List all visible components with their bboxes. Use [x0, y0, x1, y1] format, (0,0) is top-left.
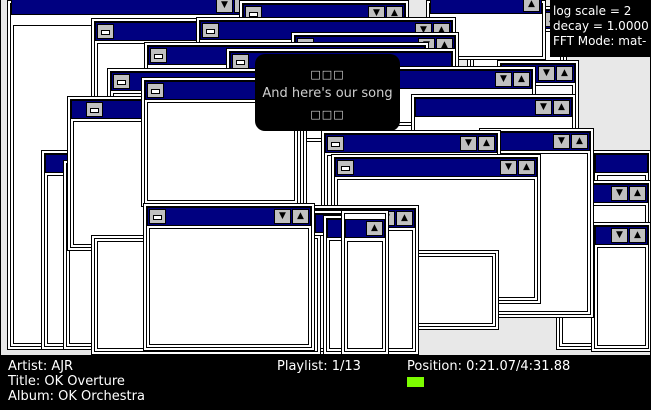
title-bar[interactable]: ▼▲ — [415, 98, 572, 117]
title-bar[interactable]: ▼▲ — [11, 0, 253, 15]
minimize-button[interactable]: ▼ — [274, 209, 291, 224]
minimize-button[interactable]: ▼ — [495, 72, 512, 87]
maximize-button[interactable]: ▲ — [513, 72, 530, 87]
maximize-button[interactable]: ▲ — [396, 211, 413, 226]
title-bar[interactable]: ▼▲ — [595, 226, 648, 245]
title-bar[interactable]: ▲ — [430, 0, 542, 14]
window-menu-button[interactable] — [149, 209, 166, 224]
maximize-button[interactable]: ▲ — [518, 160, 535, 175]
window-menu-button[interactable] — [97, 24, 114, 39]
cascade-window[interactable] — [409, 250, 499, 330]
title-bar[interactable]: ▼▲ — [325, 134, 497, 153]
playlist-position-label: Playlist: 1/13 — [277, 359, 361, 374]
title-bar[interactable]: ▼▲ — [147, 207, 311, 226]
cascade-window[interactable]: ▲ — [341, 210, 389, 355]
maximize-button[interactable]: ▲ — [292, 209, 309, 224]
window-menu-button[interactable] — [147, 83, 164, 98]
window-body — [149, 228, 309, 345]
minimize-button[interactable]: ▼ — [553, 134, 570, 149]
window-menu-button[interactable] — [113, 74, 130, 89]
title-bar[interactable]: ▼▲ — [335, 158, 537, 177]
window-menu-button[interactable] — [150, 48, 167, 63]
minimize-button[interactable]: ▼ — [500, 160, 517, 175]
window-cascade-canvas: ▼▲ ▼▲ ▼▲ ▼▲ ▼▲ ▼▲ ▲ ▼▲ ▼▲ ▼▲ — [0, 0, 651, 410]
minimize-button[interactable]: ▼ — [611, 186, 628, 201]
maximize-button[interactable]: ▲ — [571, 134, 588, 149]
decay-readout: decay = 1.0000 — [553, 19, 649, 33]
track-title-label: Title: OK Overture — [8, 374, 125, 389]
maximize-button[interactable]: ▲ — [556, 66, 573, 81]
playback-position-label: Position: 0:21.07/4:31.88 — [407, 359, 571, 374]
maximize-button[interactable]: ▲ — [629, 186, 646, 201]
window-menu-button[interactable] — [327, 136, 344, 151]
now-playing-status-bar: Artist: AJR Title: OK Overture Album: OK… — [0, 355, 651, 410]
visualizer-settings-readout: log scale = 2 decay = 1.0000 FFT Mode: m… — [550, 0, 650, 57]
window-menu-button[interactable] — [232, 54, 249, 69]
lyric-previous-line: □□□ — [310, 68, 345, 81]
maximize-button[interactable]: ▲ — [629, 228, 646, 243]
fft-mode-readout: FFT Mode: mat- — [553, 34, 647, 48]
cascade-window[interactable]: ▼▲ — [591, 222, 650, 352]
minimize-button[interactable]: ▼ — [611, 228, 628, 243]
minimize-button[interactable]: ▼ — [538, 66, 555, 81]
lyric-current-line: And here's our song — [262, 86, 393, 101]
lyric-next-line: □□□ — [310, 108, 345, 121]
title-bar[interactable] — [595, 154, 648, 173]
title-bar[interactable]: ▲ — [345, 219, 385, 238]
album-label: Album: OK Orchestra — [8, 389, 145, 404]
window-body — [347, 241, 383, 349]
maximize-button[interactable]: ▲ — [366, 221, 383, 236]
minimize-button[interactable]: ▼ — [216, 0, 233, 13]
window-menu-button[interactable] — [202, 23, 219, 38]
foreground-window[interactable]: ▼ ▲ — [143, 203, 315, 351]
log-scale-readout: log scale = 2 — [553, 4, 632, 18]
window-menu-button[interactable] — [86, 102, 103, 117]
maximize-button[interactable]: ▲ — [523, 0, 540, 12]
title-bar[interactable]: ▼▲ — [395, 70, 532, 89]
lyrics-overlay: □□□ And here's our song □□□ — [255, 54, 400, 131]
minimize-button[interactable]: ▼ — [535, 100, 552, 115]
minimize-button[interactable]: ▼ — [460, 136, 477, 151]
maximize-button[interactable]: ▲ — [553, 100, 570, 115]
playback-progress-indicator[interactable] — [407, 377, 424, 387]
window-body — [415, 256, 493, 324]
window-body — [597, 247, 646, 346]
artist-label: Artist: AJR — [8, 359, 74, 374]
maximize-button[interactable]: ▲ — [478, 136, 495, 151]
window-menu-button[interactable] — [337, 160, 354, 175]
